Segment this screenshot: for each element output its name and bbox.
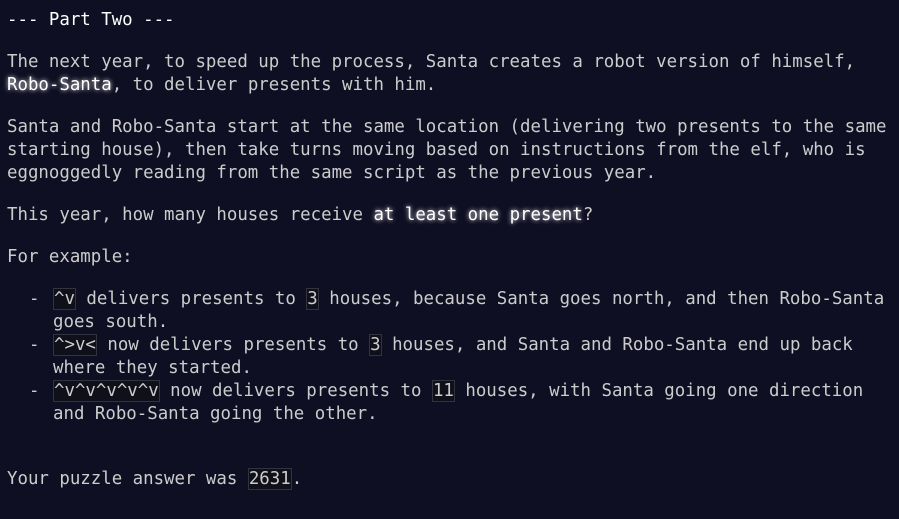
example-count-code: 3 [306, 288, 319, 310]
question-paragraph: This year, how many houses receive at le… [7, 204, 892, 227]
question-text-after: ? [582, 205, 594, 225]
part-two-heading: --- Part Two --- [7, 10, 175, 30]
list-item: ^>v< now delivers presents to 3 houses, … [29, 334, 892, 380]
example-input-code: ^v^v^v^v^v [53, 380, 160, 402]
rules-paragraph: Santa and Robo-Santa start at the same l… [7, 117, 887, 183]
example-mid-text: now delivers presents to [159, 381, 432, 401]
question-emphasis: at least one present [373, 205, 583, 225]
list-item: ^v^v^v^v^v now delivers presents to 11 h… [29, 380, 892, 426]
example-mid-text: delivers presents to [75, 289, 307, 309]
puzzle-article: --- Part Two --- The next year, to speed… [7, 9, 892, 491]
answer-text-before: Your puzzle answer was [7, 469, 248, 489]
example-mid-text: now delivers presents to [96, 335, 370, 355]
example-input-code: ^v [53, 288, 76, 310]
example-count-code: 11 [431, 380, 455, 402]
example-count-code: 3 [369, 334, 382, 356]
example-input-code: ^>v< [53, 334, 97, 356]
intro-text-before: The next year, to speed up the process, … [7, 52, 856, 72]
intro-paragraph: The next year, to speed up the process, … [7, 51, 892, 97]
question-text-before: This year, how many houses receive [7, 205, 374, 225]
intro-text-after: , to deliver presents with him. [111, 75, 437, 95]
examples-list: ^v delivers presents to 3 houses, becaus… [7, 288, 892, 426]
list-item: ^v delivers presents to 3 houses, becaus… [29, 288, 892, 334]
examples-intro: For example: [7, 247, 133, 267]
answer-paragraph: Your puzzle answer was 2631. [7, 468, 892, 491]
answer-value-code: 2631 [247, 468, 292, 490]
robo-santa-emphasis: Robo-Santa [7, 75, 112, 95]
answer-text-after: . [291, 469, 303, 489]
